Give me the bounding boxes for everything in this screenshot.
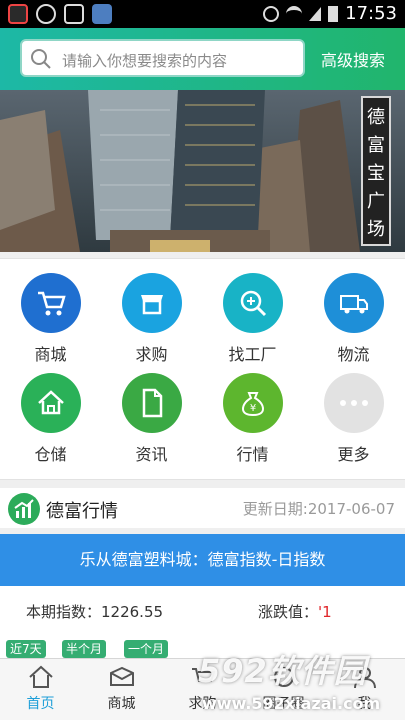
search-header: 请输入你想要搜索的内容 高级搜索 [0,28,405,90]
cart-icon [191,668,215,682]
svg-text:¥: ¥ [249,403,255,414]
search-input[interactable]: 请输入你想要搜索的内容 [20,39,305,77]
range-tab-7-days[interactable]: 近7天 [6,640,46,658]
category-purchase[interactable]: 求购 [101,273,202,365]
wifi-icon [286,5,303,22]
category-label: 物流 [337,345,370,364]
category-more[interactable]: 更多 [303,373,404,465]
market-title: 德富行情 [46,501,118,522]
eye-icon [263,5,280,22]
market-section-header: 德富行情 更新日期:2017-06-07 [0,488,405,528]
app-notification-icon [8,4,28,24]
category-mall[interactable]: 商城 [0,273,101,365]
category-label: 仓储 [34,445,67,464]
range-tab-half-month[interactable]: 半个月 [62,640,107,658]
category-warehouse[interactable]: 仓储 [0,373,101,465]
home-icon [28,665,53,688]
battery-icon [328,5,339,22]
category-logistics[interactable]: 物流 [303,273,404,365]
category-grid: 商城 求购 找工厂 物流 仓储 资讯 ¥ 行情 更多 [0,258,405,480]
tab-label: 求购 [188,696,217,712]
banner-tag-char: 广 [367,191,385,212]
search-placeholder: 请输入你想要搜索的内容 [62,52,228,70]
image-icon [92,4,112,24]
range-tab-one-month[interactable]: 一个月 [124,640,169,658]
tab-label: 圈子圈 [262,696,305,712]
range-tabs: 近7天 半个月 一个月 [0,634,405,658]
tab-purchase[interactable]: 求购 [162,659,243,720]
category-label: 资讯 [135,445,168,464]
tab-label: 首页 [26,696,55,712]
circle-icon [273,667,294,687]
tab-mall[interactable]: 商城 [81,659,162,720]
shop-icon [121,273,182,333]
tab-home[interactable]: 首页 [0,659,81,720]
status-bar: 17:53 [0,0,405,28]
banner-tag-char: 场 [367,219,385,240]
tab-label: 商城 [107,696,136,712]
category-label: 求购 [135,345,168,364]
tab-circle[interactable]: 圈子圈 [243,659,324,720]
tab-me[interactable]: 我 [324,659,405,720]
category-market[interactable]: ¥ 行情 [202,373,303,465]
tab-label: 我 [357,696,372,712]
banner-image [0,90,405,252]
signal-icon [309,6,322,21]
zoom-in-icon [222,273,283,333]
category-label: 行情 [236,445,269,464]
user-icon [353,667,376,689]
cart-icon [20,273,81,333]
banner-tag-char: 宝 [367,163,385,184]
document-icon [121,373,182,433]
category-find-factory[interactable]: 找工厂 [202,273,303,365]
change-value-row: 涨跌值：'1 [258,601,332,622]
market-index-banner[interactable]: 乐从德富塑料城：德富指数-日指数 [0,534,405,586]
category-news[interactable]: 资讯 [101,373,202,465]
market-update-date: 更新日期:2017-06-07 [242,500,395,518]
edit-icon [64,4,84,24]
chart-trend-icon [8,493,40,525]
sync-icon [36,4,56,24]
advanced-search-button[interactable]: 高级搜索 [321,47,385,71]
promo-banner[interactable]: 德 富 宝 广 场 [0,90,405,252]
current-index: 本期指数：1226.55 [26,603,164,621]
truck-icon [323,273,384,333]
banner-title-tag: 德 富 宝 广 场 [361,96,391,246]
category-label: 找工厂 [228,345,277,364]
box-icon [109,666,134,686]
bottom-nav: 首页 商城 求购 圈子圈 我 [0,658,405,720]
change-label: 涨跌值： [258,603,319,621]
index-values: 本期指数：1226.55 涨跌值：'1 [0,586,405,634]
home-icon [20,373,81,433]
more-icon [323,373,384,433]
change-value: '1 [318,603,332,621]
status-time: 17:53 [345,3,397,24]
banner-tag-char: 德 [367,107,385,128]
banner-tag-char: 富 [367,135,385,156]
category-label: 更多 [337,445,370,464]
category-label: 商城 [34,345,67,364]
search-icon [31,49,51,69]
money-bag-icon: ¥ [222,373,283,433]
